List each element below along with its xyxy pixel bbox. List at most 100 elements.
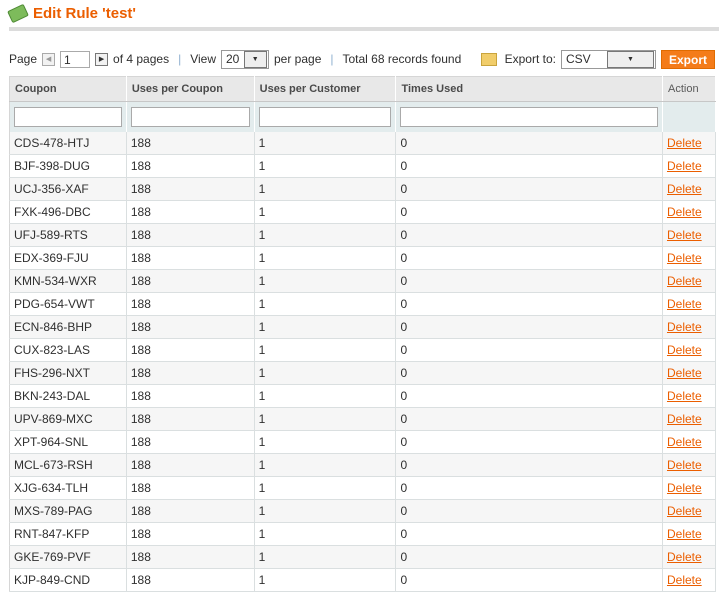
prev-page-button[interactable]: ◀ <box>42 52 56 66</box>
uses-per-coupon-cell: 188 <box>126 407 255 431</box>
column-header-uses-per-customer[interactable]: Uses per Customer <box>254 76 397 102</box>
coupon-cell: PDG-654-VWT <box>9 292 127 316</box>
table-row[interactable]: MCL-673-RSH 188 1 0 Delete <box>9 453 717 477</box>
filter-uses-per-coupon-input[interactable] <box>130 107 250 127</box>
next-page-button[interactable]: ▶ <box>95 52 109 66</box>
delete-link[interactable]: Delete <box>667 527 702 541</box>
delete-link[interactable]: Delete <box>667 320 702 334</box>
action-cell: Delete <box>662 154 717 178</box>
uses-per-customer-cell: 1 <box>254 177 397 201</box>
delete-link[interactable]: Delete <box>667 481 702 495</box>
uses-per-customer-cell: 1 <box>254 430 397 454</box>
table-row[interactable]: KJP-849-CND 188 1 0 Delete <box>9 568 717 592</box>
table-row[interactable]: UCJ-356-XAF 188 1 0 Delete <box>9 177 717 201</box>
uses-per-coupon-cell: 188 <box>126 292 255 316</box>
times-used-cell: 0 <box>395 154 663 178</box>
uses-per-customer-cell: 1 <box>254 154 397 178</box>
delete-link[interactable]: Delete <box>667 504 702 518</box>
table-row[interactable]: KMN-534-WXR 188 1 0 Delete <box>9 269 717 293</box>
uses-per-customer-cell: 1 <box>254 384 397 408</box>
delete-link[interactable]: Delete <box>667 182 702 196</box>
uses-per-customer-cell: 1 <box>254 269 397 293</box>
action-cell: Delete <box>662 499 717 523</box>
uses-per-customer-cell: 1 <box>254 246 397 270</box>
delete-link[interactable]: Delete <box>667 343 702 357</box>
coupon-cell: UCJ-356-XAF <box>9 177 127 201</box>
coupon-cell: RNT-847-KFP <box>9 522 127 546</box>
table-row[interactable]: BKN-243-DAL 188 1 0 Delete <box>9 384 717 408</box>
page-label: Page <box>9 52 38 66</box>
delete-link[interactable]: Delete <box>667 435 702 449</box>
divider <box>9 27 719 31</box>
column-header-times-used[interactable]: Times Used <box>395 76 663 102</box>
uses-per-coupon-cell: 188 <box>126 223 255 247</box>
delete-link[interactable]: Delete <box>667 251 702 265</box>
uses-per-coupon-cell: 188 <box>126 177 255 201</box>
per-page-select[interactable]: 20 ▼ <box>221 49 269 69</box>
table-row[interactable]: CUX-823-LAS 188 1 0 Delete <box>9 338 717 362</box>
times-used-cell: 0 <box>395 407 663 431</box>
delete-link[interactable]: Delete <box>667 366 702 380</box>
table-row[interactable]: XJG-634-TLH 188 1 0 Delete <box>9 476 717 500</box>
filter-times-used-input[interactable] <box>400 107 658 127</box>
delete-link[interactable]: Delete <box>667 136 702 150</box>
action-cell: Delete <box>662 522 717 546</box>
table-row[interactable]: UFJ-589-RTS 188 1 0 Delete <box>9 223 717 247</box>
action-cell: Delete <box>662 430 717 454</box>
column-header-uses-per-coupon[interactable]: Uses per Coupon <box>126 76 255 102</box>
times-used-cell: 0 <box>395 499 663 523</box>
uses-per-customer-cell: 1 <box>254 476 397 500</box>
uses-per-customer-cell: 1 <box>254 315 397 339</box>
table-row[interactable]: RNT-847-KFP 188 1 0 Delete <box>9 522 717 546</box>
table-row[interactable]: UPV-869-MXC 188 1 0 Delete <box>9 407 717 431</box>
delete-link[interactable]: Delete <box>667 274 702 288</box>
uses-per-coupon-cell: 188 <box>126 361 255 385</box>
delete-link[interactable]: Delete <box>667 297 702 311</box>
table-row[interactable]: XPT-964-SNL 188 1 0 Delete <box>9 430 717 454</box>
per-page-label: per page <box>274 52 322 66</box>
delete-link[interactable]: Delete <box>667 458 702 472</box>
action-cell: Delete <box>662 177 717 201</box>
delete-link[interactable]: Delete <box>667 228 702 242</box>
coupon-cell: XJG-634-TLH <box>9 476 127 500</box>
per-page-value: 20 <box>226 52 240 66</box>
uses-per-coupon-cell: 188 <box>126 476 255 500</box>
action-cell: Delete <box>662 361 717 385</box>
table-row[interactable]: MXS-789-PAG 188 1 0 Delete <box>9 499 717 523</box>
times-used-cell: 0 <box>395 292 663 316</box>
of-pages-label: of 4 pages <box>113 52 170 66</box>
grid-pager: Page ◀ 1 ▶ of 4 pages | View 20 ▼ per pag… <box>9 48 715 70</box>
uses-per-coupon-cell: 188 <box>126 200 255 224</box>
uses-per-customer-cell: 1 <box>254 499 397 523</box>
coupon-cell: CUX-823-LAS <box>9 338 127 362</box>
table-row[interactable]: FHS-296-NXT 188 1 0 Delete <box>9 361 717 385</box>
uses-per-coupon-cell: 188 <box>126 315 255 339</box>
delete-link[interactable]: Delete <box>667 573 702 587</box>
export-button[interactable]: Export <box>660 49 715 69</box>
chevron-down-icon: ▼ <box>606 50 654 68</box>
table-row[interactable]: FXK-496-DBC 188 1 0 Delete <box>9 200 717 224</box>
page-input[interactable]: 1 <box>60 50 91 68</box>
delete-link[interactable]: Delete <box>667 159 702 173</box>
action-cell: Delete <box>662 246 717 270</box>
table-row[interactable]: BJF-398-DUG 188 1 0 Delete <box>9 154 717 178</box>
delete-link[interactable]: Delete <box>667 205 702 219</box>
uses-per-customer-cell: 1 <box>254 292 397 316</box>
export-format-select[interactable]: CSV ▼ <box>560 49 656 69</box>
uses-per-coupon-cell: 188 <box>126 154 255 178</box>
times-used-cell: 0 <box>395 315 663 339</box>
delete-link[interactable]: Delete <box>667 550 702 564</box>
table-row[interactable]: CDS-478-HTJ 188 1 0 Delete <box>9 132 717 155</box>
delete-link[interactable]: Delete <box>667 412 702 426</box>
filter-uses-per-customer-input[interactable] <box>258 107 392 127</box>
table-row[interactable]: PDG-654-VWT 188 1 0 Delete <box>9 292 717 316</box>
column-header-coupon[interactable]: Coupon <box>9 76 127 102</box>
table-row[interactable]: GKE-769-PVF 188 1 0 Delete <box>9 545 717 569</box>
delete-link[interactable]: Delete <box>667 389 702 403</box>
uses-per-coupon-cell: 188 <box>126 132 255 155</box>
times-used-cell: 0 <box>395 223 663 247</box>
coupon-cell: KJP-849-CND <box>9 568 127 592</box>
table-row[interactable]: ECN-846-BHP 188 1 0 Delete <box>9 315 717 339</box>
table-row[interactable]: EDX-369-FJU 188 1 0 Delete <box>9 246 717 270</box>
filter-coupon-input[interactable] <box>14 107 122 127</box>
